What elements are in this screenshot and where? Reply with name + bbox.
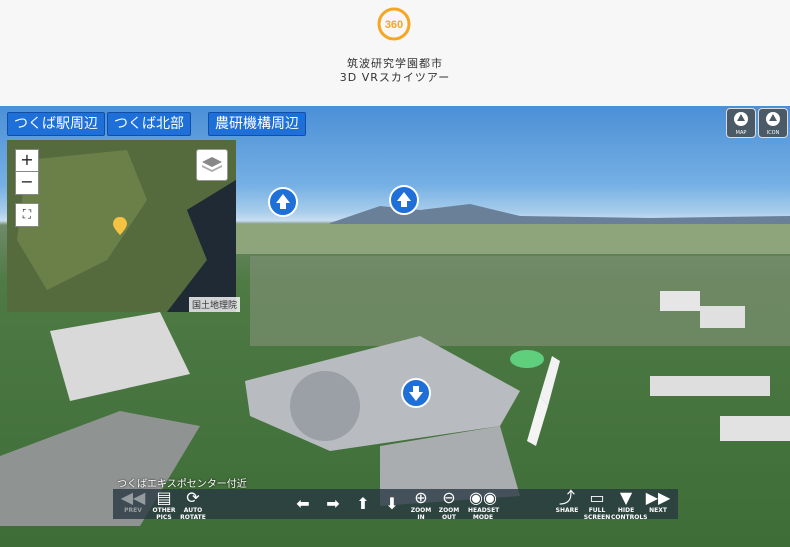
zoom-out-icon: ⊖ (442, 488, 456, 507)
prev-label: PREV (124, 507, 142, 514)
pan-left-button[interactable]: ⬅ (292, 489, 314, 519)
headset-mode-label: HEADSET MODE (468, 507, 500, 521)
share-icon: ⤴ (558, 488, 575, 507)
full-screen-button[interactable]: ▭ FULL SCREEN (583, 488, 611, 522)
location-marker-icon[interactable] (113, 217, 127, 235)
area-button-tsukuba-north[interactable]: つくば北部 (107, 112, 191, 136)
page-header: 360 筑波研究学園都市 3D VRスカイツアー (0, 0, 790, 106)
next-label: NEXT (649, 507, 667, 514)
zoom-in-icon: ⊕ (414, 488, 428, 507)
distant-plain (236, 224, 790, 254)
full-screen-label: FULL SCREEN (583, 507, 611, 521)
layers-icon (202, 157, 222, 172)
auto-rotate-button[interactable]: ⟳ AUTO ROTATE (178, 488, 208, 522)
building (650, 376, 770, 396)
headset-mode-button[interactable]: ◉◉ HEADSET MODE (468, 488, 500, 522)
map-zoom-out-button[interactable]: − (15, 171, 39, 195)
fullscreen-icon: ▭ (589, 488, 605, 507)
pan-up-button[interactable]: ⬆ (352, 489, 374, 519)
rotate-icon: ⟳ (186, 488, 200, 507)
pan-down-button[interactable]: ⬇ (381, 489, 403, 519)
vr-headset-icon: ◉◉ (469, 488, 497, 507)
map-attribution: 国土地理院 (189, 297, 241, 312)
map-fullscreen-button[interactable]: ⛶ (15, 203, 39, 227)
arrow-down-icon: ⬇ (385, 494, 399, 513)
icon-toggle-label: ICON (766, 130, 780, 136)
page-subtitle: 3D VRスカイツアー (339, 71, 451, 84)
map-toggle-button[interactable]: MAP (726, 108, 756, 138)
map-layers-button[interactable] (196, 149, 228, 181)
rocket-body (527, 396, 548, 446)
icon-toggle-button[interactable]: ICON (758, 108, 788, 138)
360-logo: 360 (377, 7, 411, 41)
zoom-out-button[interactable]: ⊖ ZOOM OUT (435, 488, 463, 522)
share-label: SHARE (555, 507, 579, 514)
hotspot-up-icon[interactable] (389, 185, 419, 215)
map-icon (734, 112, 748, 126)
rocket (540, 356, 560, 406)
town-area (250, 256, 790, 346)
area-button-naro[interactable]: 農研機構周辺 (208, 112, 306, 136)
logo-text: 360 (385, 19, 403, 31)
triangle-down-icon: ▼ (619, 488, 633, 507)
map-zoom-in-button[interactable]: + (15, 149, 39, 173)
prev-icon: ◀◀ (120, 488, 146, 507)
arrow-right-icon: ➡ (326, 494, 340, 513)
share-button[interactable]: ⤴ SHARE (553, 489, 581, 519)
arrow-left-icon: ⬅ (296, 494, 310, 513)
pictures-icon: ▤ (156, 488, 172, 507)
prev-button[interactable]: ◀◀ PREV (118, 489, 148, 519)
hotspot-down-icon[interactable] (401, 378, 431, 408)
area-button-tsukuba-station[interactable]: つくば駅周辺 (7, 112, 105, 136)
map-toggle-label: MAP (735, 130, 747, 136)
hide-controls-button[interactable]: ▼ HIDE CONTROLS (611, 488, 648, 522)
auto-rotate-label: AUTO ROTATE (180, 507, 206, 521)
pan-right-button[interactable]: ➡ (322, 489, 344, 519)
apartment-building (50, 312, 190, 401)
hotspot-up-icon[interactable] (268, 187, 298, 217)
building (720, 416, 790, 441)
other-pics-label: OTHER PICS (152, 507, 176, 521)
hide-controls-label: HIDE CONTROLS (611, 507, 648, 521)
zoom-in-label: ZOOM IN (410, 507, 432, 521)
icon-toggle-icon (766, 112, 780, 126)
building (660, 291, 700, 311)
planetarium-dome (290, 371, 360, 441)
next-button[interactable]: ▶▶ NEXT (643, 489, 673, 519)
arrow-up-icon: ⬆ (356, 494, 370, 513)
next-icon: ▶▶ (645, 488, 671, 507)
other-pics-button[interactable]: ▤ OTHER PICS (150, 488, 178, 522)
green-circle (510, 350, 544, 368)
building (700, 306, 745, 328)
zoom-in-button[interactable]: ⊕ ZOOM IN (407, 488, 435, 522)
zoom-out-label: ZOOM OUT (438, 507, 460, 521)
